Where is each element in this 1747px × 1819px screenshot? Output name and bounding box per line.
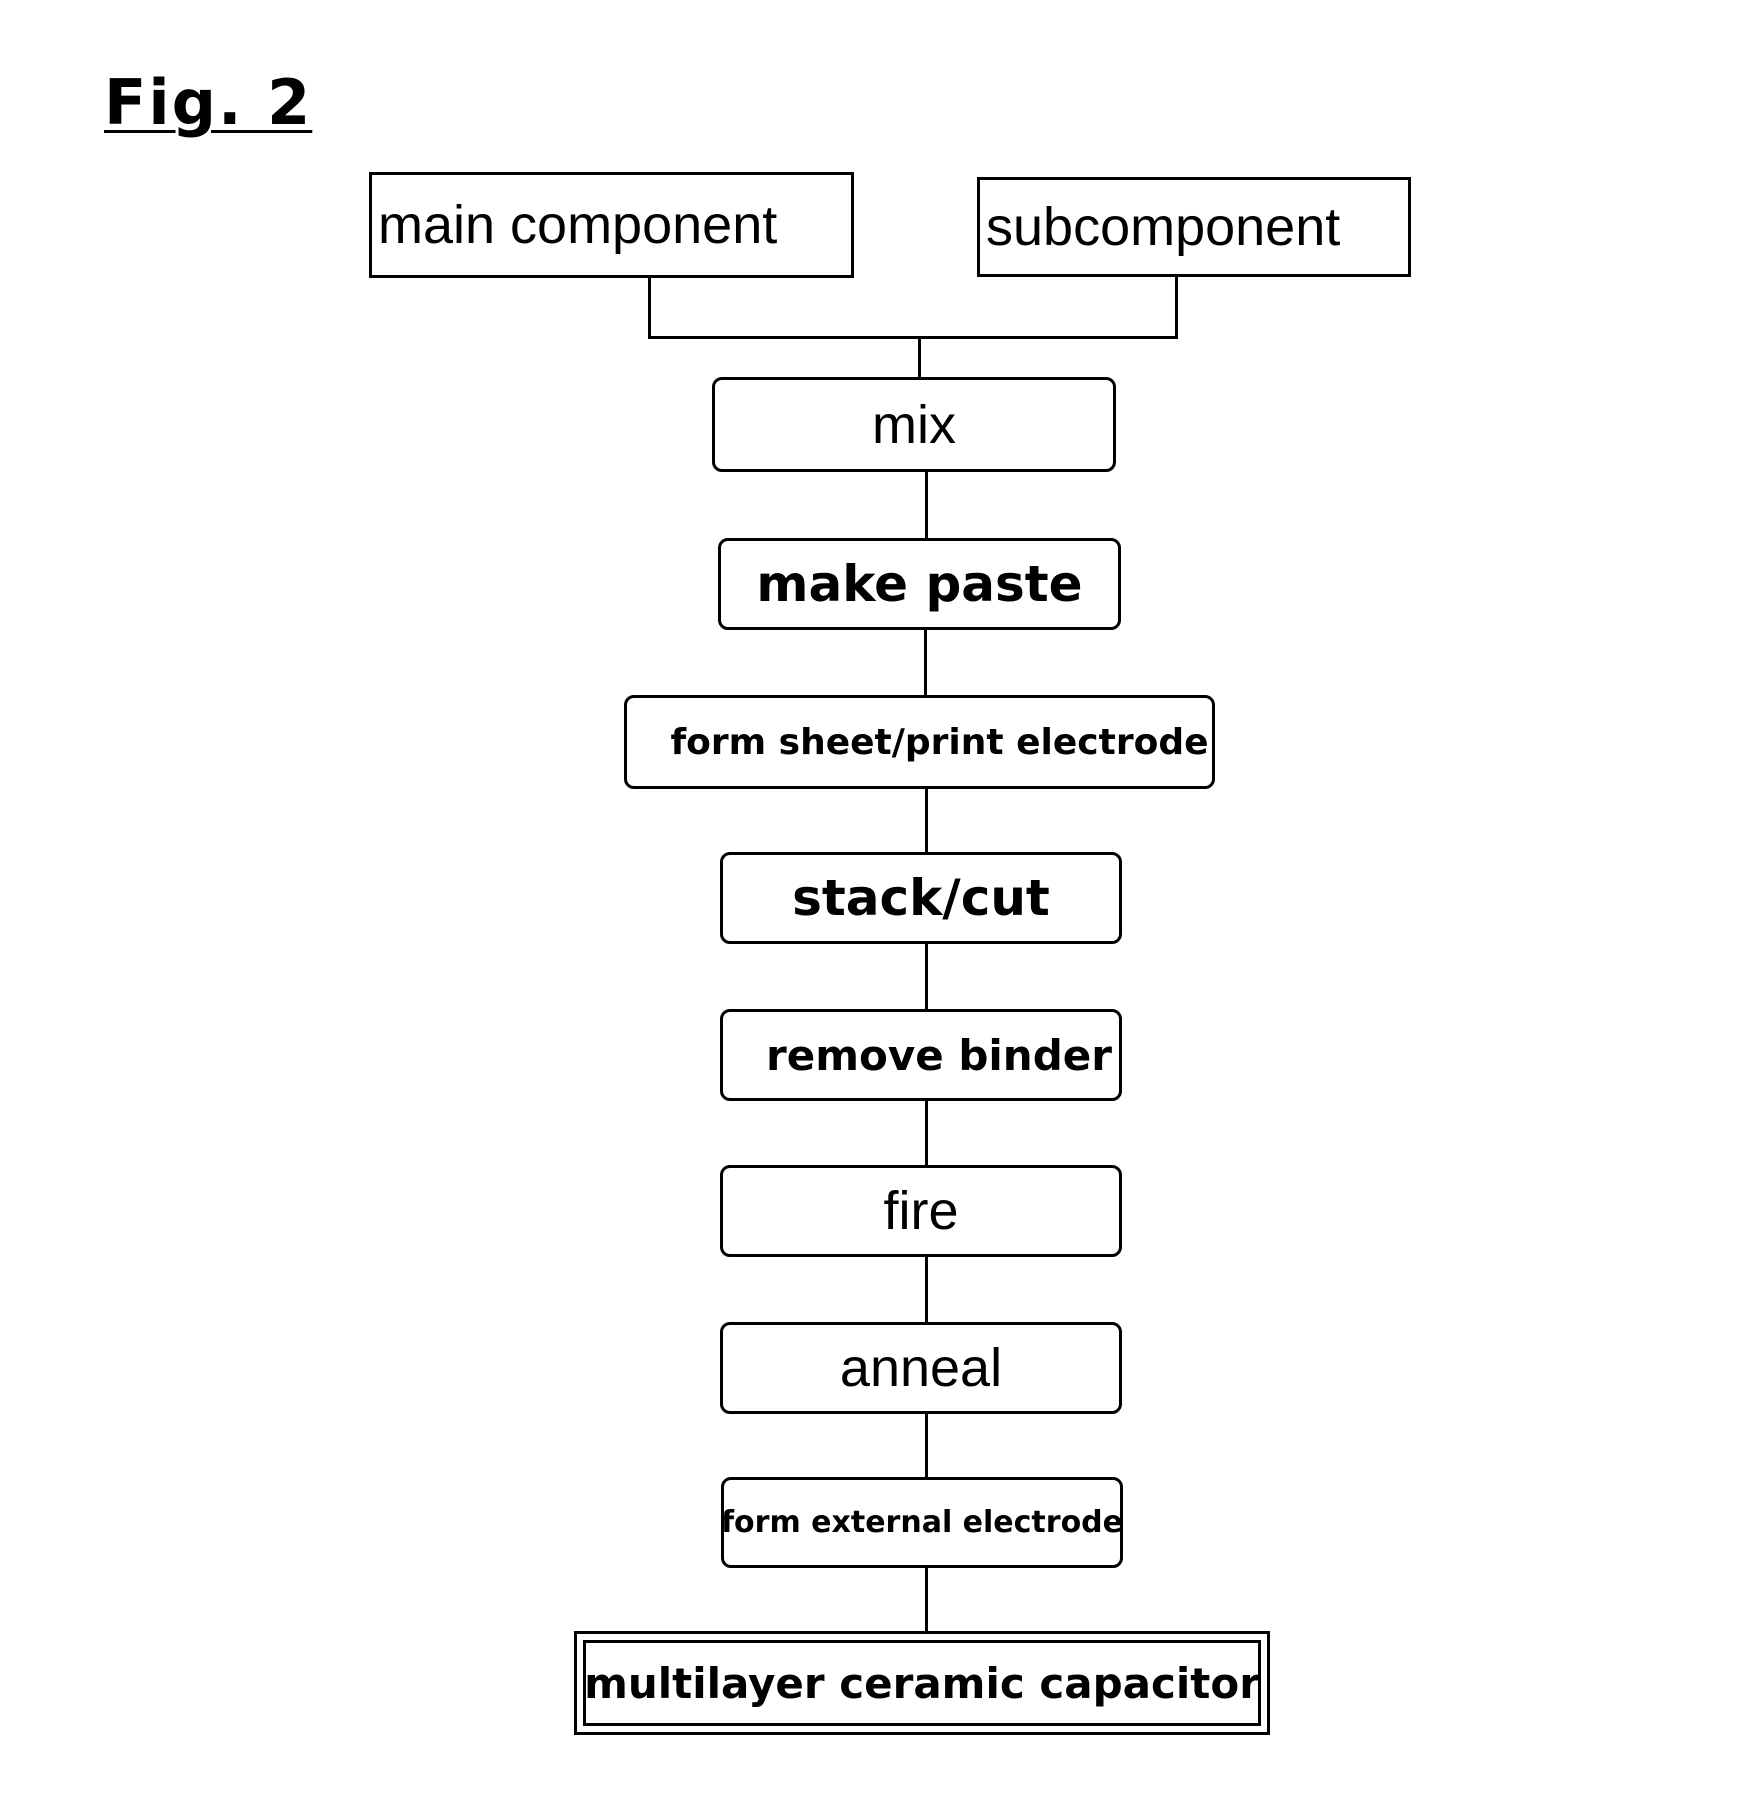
step-label-stack-cut: stack/cut	[792, 869, 1050, 927]
step-box-anneal: anneal	[720, 1322, 1122, 1414]
step-label-make-paste: make paste	[756, 555, 1083, 613]
input-box-subcomponent: subcomponent	[977, 177, 1411, 277]
connector-sub-down	[1175, 276, 1178, 339]
figure-title: Fig. 2	[104, 66, 313, 139]
input-box-main-component: main component	[369, 172, 854, 278]
output-box-inner-border: multilayer ceramic capacitor	[583, 1640, 1261, 1726]
connector-mix-paste	[925, 471, 928, 539]
output-box-capacitor: multilayer ceramic capacitor	[574, 1631, 1270, 1735]
step-label-fire: fire	[883, 1181, 959, 1241]
step-box-remove-binder: remove binder	[720, 1009, 1122, 1101]
step-label-anneal: anneal	[839, 1338, 1003, 1398]
connector-fire-anneal	[925, 1256, 928, 1323]
connector-stack-binder	[925, 943, 928, 1010]
step-label-mix: mix	[872, 394, 956, 455]
step-label-form-external: form external electrode	[721, 1505, 1123, 1540]
connector-binder-fire	[925, 1100, 928, 1166]
connector-join-to-mix	[918, 337, 921, 379]
step-box-form-sheet: form sheet/print electrode	[624, 695, 1215, 789]
output-label-capacitor: multilayer ceramic capacitor	[584, 1658, 1260, 1708]
step-box-make-paste: make paste	[718, 538, 1121, 630]
connector-anneal-external	[925, 1413, 928, 1478]
step-box-mix: mix	[712, 377, 1116, 472]
input-label-subcomponent: subcomponent	[986, 197, 1341, 257]
input-label-main-component: main component	[378, 195, 778, 255]
step-box-stack-cut: stack/cut	[720, 852, 1122, 944]
step-box-fire: fire	[720, 1165, 1122, 1257]
step-label-form-sheet: form sheet/print electrode	[670, 721, 1209, 763]
step-box-form-external: form external electrode	[721, 1477, 1123, 1568]
step-label-remove-binder: remove binder	[766, 1030, 1112, 1080]
connector-main-down	[648, 277, 651, 339]
connector-paste-sheet	[924, 629, 927, 696]
connector-external-final	[925, 1567, 928, 1632]
connector-sheet-stack	[925, 788, 928, 853]
connector-join-horizontal	[648, 336, 1178, 339]
